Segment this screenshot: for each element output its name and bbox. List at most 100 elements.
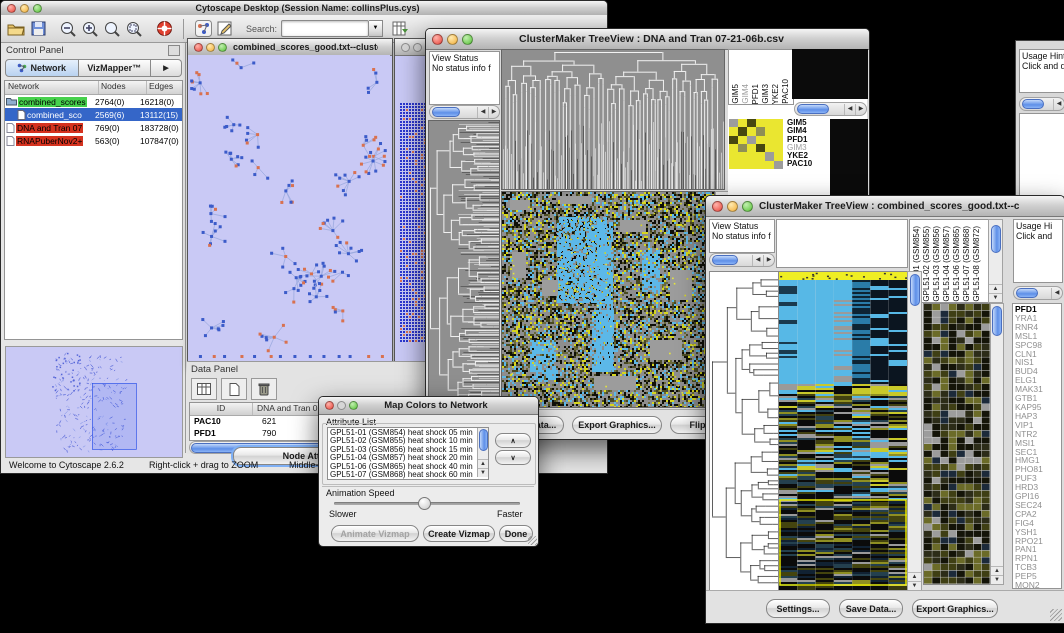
matrix-cell[interactable]: [774, 144, 783, 152]
treeview1-titlebar[interactable]: ClusterMaker TreeView : DNA and Tran 07-…: [426, 29, 869, 50]
matrix-cell[interactable]: [774, 127, 783, 135]
scroll-right-arrow[interactable]: ▶: [855, 104, 866, 115]
scrollbar-thumb[interactable]: [1022, 99, 1044, 109]
export-graphics-button[interactable]: Export Graphics...: [572, 416, 662, 434]
matrix-cell[interactable]: [774, 136, 783, 144]
resize-grip[interactable]: [1050, 609, 1062, 621]
dialog-titlebar[interactable]: Map Colors to Network: [319, 397, 538, 415]
network-row-selected[interactable]: combined_sco 2569(6) 13112(15): [5, 108, 182, 121]
close-button[interactable]: [194, 43, 203, 52]
close-button[interactable]: [401, 43, 410, 52]
matrix-cell[interactable]: [774, 152, 783, 160]
scrollbar-thumb[interactable]: [479, 429, 488, 451]
tv1-status-scrollbar[interactable]: ◀▶: [429, 105, 500, 119]
col-network[interactable]: Network: [5, 81, 99, 94]
treeview2-titlebar[interactable]: ClusterMaker TreeView : combined_scores_…: [706, 196, 1064, 217]
tv2-heatmap-canvas[interactable]: [778, 271, 908, 591]
matrix-cell[interactable]: [765, 161, 774, 169]
move-up-button[interactable]: ∧: [495, 433, 531, 448]
import-table-icon[interactable]: [389, 18, 411, 40]
resize-grip[interactable]: [528, 536, 537, 545]
cytoscape-titlebar[interactable]: Cytoscape Desktop (Session Name: collins…: [1, 1, 607, 16]
matrix-cell[interactable]: [729, 161, 738, 169]
matrix-cell[interactable]: [756, 127, 765, 135]
minimize-button[interactable]: [413, 43, 422, 52]
zoom-selected-icon[interactable]: [123, 18, 145, 40]
scroll-left-arrow[interactable]: ◀: [844, 104, 855, 115]
matrix-cell[interactable]: [756, 136, 765, 144]
tv2-zoom-vscrollbar[interactable]: ▲▼: [990, 303, 1004, 585]
network-row[interactable]: DNA and Tran 07 769(0) 183728(0): [5, 121, 182, 134]
tab-network[interactable]: Network: [5, 59, 79, 77]
matrix-cell[interactable]: [765, 144, 774, 152]
scroll-up-arrow[interactable]: ▲: [908, 572, 921, 581]
matrix-cell[interactable]: [756, 144, 765, 152]
matrix-cell[interactable]: [765, 152, 774, 160]
matrix-cell[interactable]: [765, 136, 774, 144]
minimize-button[interactable]: [727, 201, 738, 212]
close-button[interactable]: [7, 4, 16, 13]
move-down-button[interactable]: ∨: [495, 450, 531, 465]
minimize-button[interactable]: [206, 43, 215, 52]
gene-label[interactable]: PAC10: [787, 160, 812, 168]
scrollbar-thumb[interactable]: [797, 104, 829, 114]
help-lifebuoy-icon[interactable]: [153, 18, 175, 40]
scroll-down-arrow[interactable]: ▼: [478, 468, 488, 477]
tv1-heatmap-canvas[interactable]: [501, 191, 715, 408]
scroll-down-arrow[interactable]: ▼: [908, 581, 921, 590]
save-data-button[interactable]: Save Data...: [839, 599, 903, 618]
array-label[interactable]: GPL51-04 (GSM857): [942, 226, 951, 302]
matrix-cell[interactable]: [738, 136, 747, 144]
array-label[interactable]: GPL51-06 (GSM865): [952, 226, 961, 302]
array-label[interactable]: GPL51-03 (GSM856): [932, 226, 941, 302]
matrix-cell[interactable]: [756, 161, 765, 169]
minimize-button[interactable]: [447, 34, 458, 45]
column-label[interactable]: PFD1: [751, 84, 760, 104]
scroll-down-arrow[interactable]: ▼: [989, 293, 1002, 302]
network-view-canvas[interactable]: [188, 55, 390, 363]
network-row[interactable]: combined_scores 2764(0) 16218(0): [5, 95, 182, 108]
zoom-button[interactable]: [33, 4, 42, 13]
col-id[interactable]: ID: [190, 403, 253, 415]
col-nodes[interactable]: Nodes: [99, 81, 147, 94]
new-attribute-icon[interactable]: [221, 378, 247, 400]
tv2-heatmap-vscrollbar[interactable]: ▲▼: [907, 271, 922, 591]
scrollbar-thumb[interactable]: [432, 107, 460, 117]
zoom-in-icon[interactable]: [79, 18, 101, 40]
tv2-hints-scrollbar[interactable]: ◀: [1013, 286, 1063, 300]
tv2-row-dendrogram-canvas[interactable]: [709, 271, 779, 591]
scroll-left-arrow[interactable]: ◀: [477, 107, 488, 118]
scroll-left-arrow[interactable]: ◀: [1053, 99, 1064, 110]
scroll-left-arrow[interactable]: ◀: [752, 255, 763, 266]
network-overview-canvas[interactable]: [5, 346, 183, 458]
save-icon[interactable]: [27, 18, 49, 40]
zoom-button[interactable]: [218, 43, 227, 52]
array-label[interactable]: GPL51-07 (GSM868): [962, 226, 971, 302]
matrix-cell[interactable]: [747, 161, 756, 169]
zoom-button[interactable]: [462, 34, 473, 45]
column-label[interactable]: PAC10: [781, 79, 790, 104]
matrix-cell[interactable]: [738, 127, 747, 135]
gene-label[interactable]: MON2: [1015, 581, 1061, 589]
column-label[interactable]: GIM3: [761, 84, 770, 104]
zoom-fit-icon[interactable]: [101, 18, 123, 40]
scroll-up-arrow[interactable]: ▲: [989, 284, 1002, 293]
tv2-zoom-heatmap-canvas[interactable]: [923, 303, 991, 585]
animate-vizmap-button[interactable]: Animate Vizmap: [331, 525, 419, 542]
matrix-cell[interactable]: [756, 119, 765, 127]
array-label[interactable]: GPL51-02 (GSM855): [922, 226, 931, 302]
col-edges[interactable]: Edges: [147, 81, 182, 94]
minimize-button[interactable]: [20, 4, 29, 13]
close-button[interactable]: [432, 34, 443, 45]
column-label[interactable]: GIM4: [741, 84, 750, 104]
matrix-cell[interactable]: [738, 152, 747, 160]
select-attributes-icon[interactable]: [191, 378, 217, 400]
tv1-row-dendrogram-canvas[interactable]: [428, 120, 500, 409]
matrix-cell[interactable]: [738, 119, 747, 127]
scroll-up-arrow[interactable]: ▲: [478, 459, 488, 468]
float-panel-icon[interactable]: [168, 45, 180, 56]
matrix-cell[interactable]: [774, 119, 783, 127]
matrix-cell[interactable]: [765, 119, 774, 127]
close-button[interactable]: [325, 401, 334, 410]
zoom-button[interactable]: [742, 201, 753, 212]
